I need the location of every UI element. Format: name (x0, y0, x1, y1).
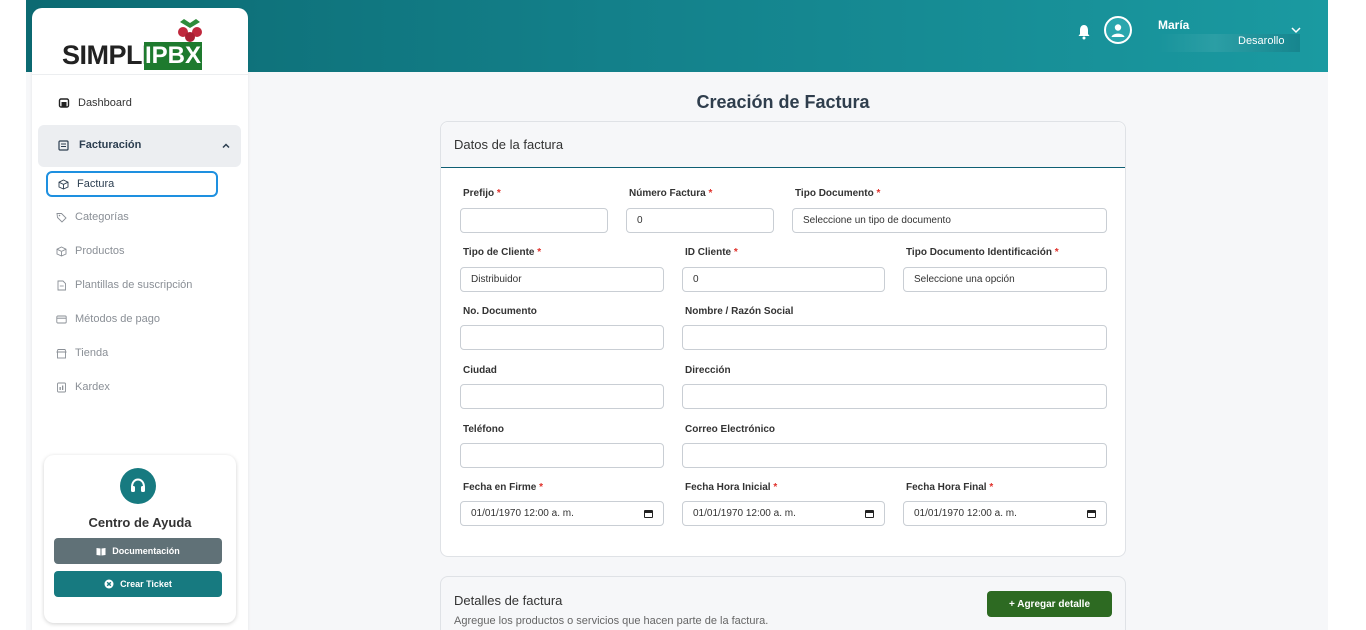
help-center-card: Centro de Ayuda Documentación Crear Tick… (44, 455, 236, 623)
sidebar-item-productos[interactable]: Productos (46, 238, 218, 264)
correo-label: Correo Electrónico (685, 424, 776, 435)
id-cliente-input[interactable]: 0 (682, 267, 885, 292)
no-documento-input[interactable] (460, 325, 664, 350)
page-title: Creación de Factura (696, 92, 870, 112)
fecha-firme-label: Fecha en Firme * (463, 482, 544, 493)
ciudad-label: Ciudad (463, 365, 497, 376)
sidebar-item-plantillas[interactable]: Plantillas de suscripción (46, 272, 218, 298)
fecha-final-input[interactable]: 01/01/1970 12:00 a. m. (903, 501, 1107, 526)
sidebar-item-tienda[interactable]: Tienda (46, 340, 218, 366)
tag-icon (56, 212, 67, 223)
sidebar-item-kardex[interactable]: Kardex (46, 374, 218, 400)
card-header: Datos de la factura (441, 122, 1125, 168)
direccion-input[interactable] (682, 384, 1107, 409)
fecha-inicial-label: Fecha Hora Inicial * (685, 482, 778, 493)
direccion-label: Dirección (685, 365, 731, 376)
chevron-up-icon[interactable] (221, 141, 231, 151)
telefono-label: Teléfono (463, 424, 504, 435)
bell-icon[interactable] (1076, 22, 1092, 42)
divider (32, 74, 248, 75)
nombre-razon-label: Nombre / Razón Social (685, 306, 794, 317)
dashboard-icon (58, 98, 70, 108)
details-title: Detalles de factura (454, 593, 563, 608)
fecha-firme-input[interactable]: 01/01/1970 12:00 a. m. (460, 501, 664, 526)
invoice-data-card: Datos de la factura Prefijo * Número Fac… (440, 121, 1126, 557)
sidebar: SIMPLE IPBX Dashboard Facturación Factur… (32, 8, 248, 630)
sidebar-item-label: Productos (75, 245, 125, 257)
user-area: María Desarollo (1028, 0, 1328, 72)
numero-factura-input[interactable]: 0 (626, 208, 774, 233)
fecha-final-value: 01/01/1970 12:00 a. m. (914, 508, 1017, 519)
avatar[interactable] (1104, 16, 1132, 44)
tipo-documento-label: Tipo Documento * (795, 188, 881, 199)
chevron-down-icon[interactable] (1290, 24, 1302, 36)
telefono-input[interactable] (460, 443, 664, 468)
sidebar-item-label: Categorías (75, 211, 129, 223)
sidebar-item-label: Plantillas de suscripción (75, 279, 193, 291)
headset-icon (120, 468, 156, 504)
create-ticket-button[interactable]: Crear Ticket (54, 571, 222, 597)
sidebar-item-metodos-pago[interactable]: Métodos de pago (46, 306, 218, 332)
fecha-firme-value: 01/01/1970 12:00 a. m. (471, 508, 574, 519)
invoice-icon (58, 139, 69, 151)
tipo-doc-identificacion-select[interactable]: Seleccione una opción (903, 267, 1107, 292)
logo-text-box: IPBX (144, 42, 202, 70)
calendar-icon[interactable] (1087, 510, 1096, 518)
invoice-details-card: Detalles de factura Agregue los producto… (440, 576, 1126, 630)
user-name: María (1158, 18, 1190, 32)
user-role: Desarollo (1238, 35, 1285, 47)
no-documento-label: No. Documento (463, 306, 537, 317)
ciudad-input[interactable] (460, 384, 664, 409)
box-icon (56, 245, 67, 256)
sidebar-group-facturacion[interactable]: Facturación (38, 125, 241, 167)
sidebar-item-label: Kardex (75, 381, 110, 393)
sidebar-item-label: Factura (77, 178, 115, 190)
sidebar-item-categorias[interactable]: Categorías (46, 204, 218, 230)
calendar-icon[interactable] (644, 510, 653, 518)
sidebar-item-factura[interactable]: Factura (46, 171, 218, 197)
calendar-icon[interactable] (865, 510, 874, 518)
fecha-inicial-value: 01/01/1970 12:00 a. m. (693, 508, 796, 519)
sidebar-item-label: Dashboard (78, 97, 132, 109)
numero-factura-label: Número Factura * (629, 188, 713, 199)
document-icon (57, 280, 66, 290)
book-icon (96, 547, 106, 555)
correo-input[interactable] (682, 443, 1107, 468)
tipo-documento-select[interactable]: Seleccione un tipo de documento (792, 208, 1107, 233)
store-icon (56, 348, 67, 358)
id-cliente-label: ID Cliente * (685, 247, 738, 258)
tipo-doc-identificacion-label: Tipo Documento Identificación * (906, 247, 1059, 258)
help-center-title: Centro de Ayuda (88, 515, 192, 530)
card-icon (56, 315, 67, 323)
sidebar-item-label: Métodos de pago (75, 313, 161, 325)
ledger-icon (57, 382, 66, 392)
close-circle-icon (104, 579, 114, 589)
documentation-button-label: Documentación (112, 546, 180, 556)
fecha-final-label: Fecha Hora Final * (906, 482, 994, 493)
documentation-button[interactable]: Documentación (54, 538, 222, 564)
sidebar-item-dashboard[interactable]: Dashboard (58, 97, 132, 109)
nombre-razon-input[interactable] (682, 325, 1107, 350)
tipo-cliente-label: Tipo de Cliente * (463, 247, 542, 258)
add-detail-button[interactable]: + Agregar detalle (987, 591, 1112, 617)
prefijo-label: Prefijo * (463, 188, 501, 199)
sidebar-group-header: Facturación (58, 139, 141, 151)
prefijo-input[interactable] (460, 208, 608, 233)
sidebar-group-label: Facturación (79, 139, 142, 151)
tipo-cliente-select[interactable]: Distribuidor (460, 267, 664, 292)
create-ticket-button-label: Crear Ticket (120, 579, 172, 589)
details-subtitle: Agregue los productos o servicios que ha… (454, 615, 769, 627)
sidebar-item-label: Tienda (75, 347, 109, 359)
box-icon (58, 178, 69, 189)
user-icon (1111, 24, 1125, 37)
logo: SIMPLE IPBX (62, 16, 202, 72)
raspberry-logo-icon (178, 19, 202, 42)
fecha-inicial-input[interactable]: 01/01/1970 12:00 a. m. (682, 501, 885, 526)
